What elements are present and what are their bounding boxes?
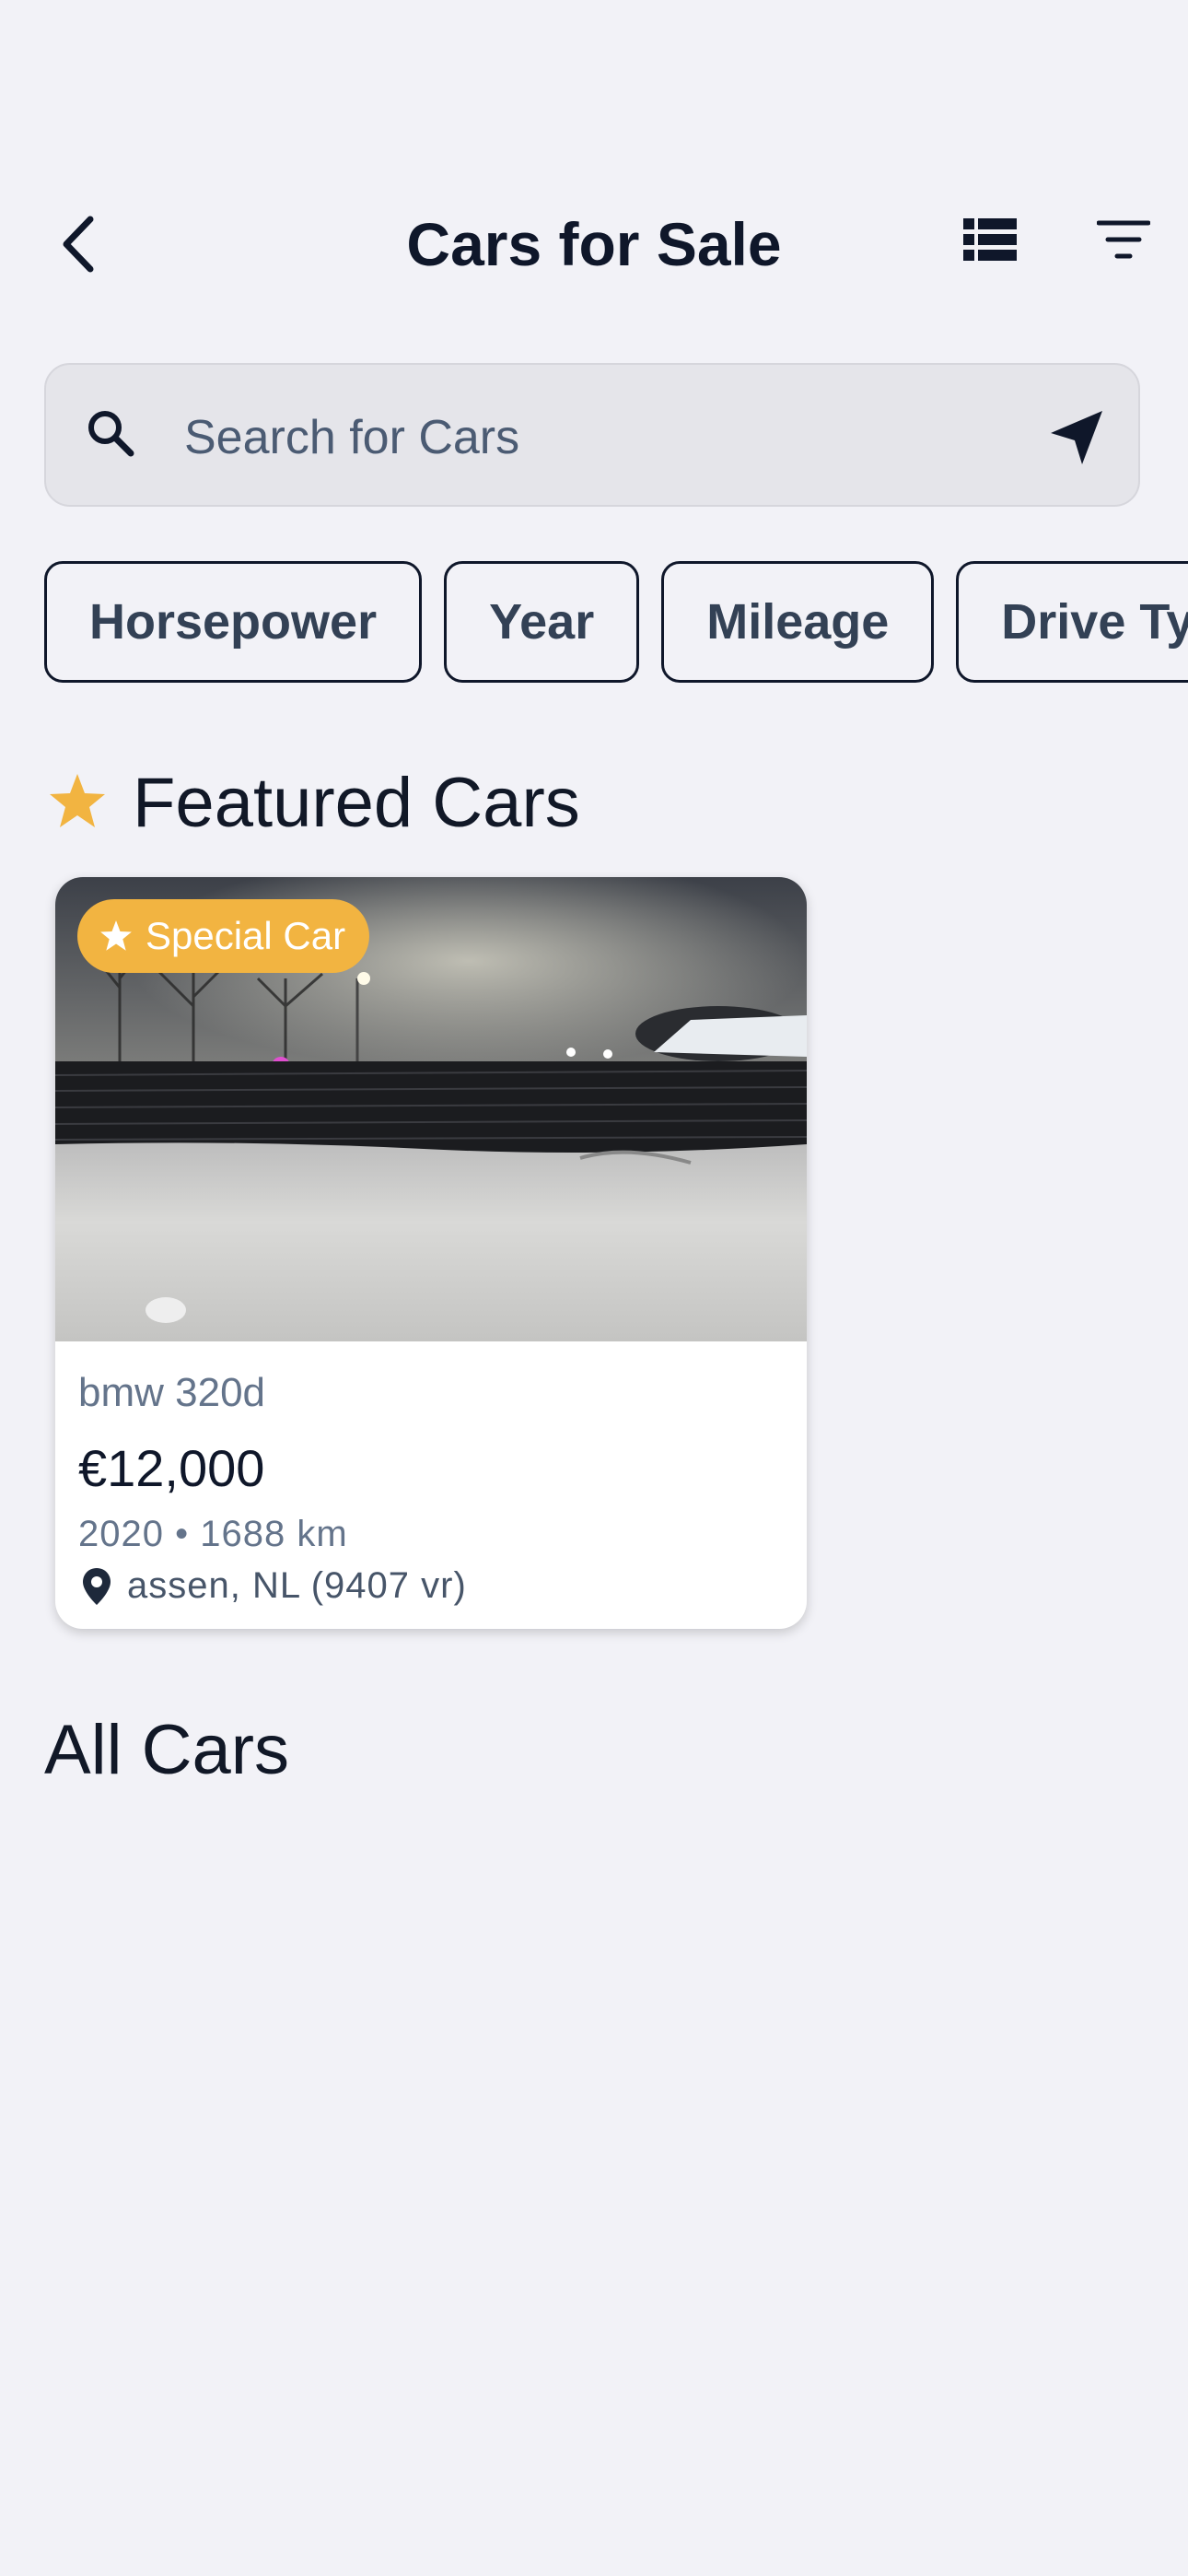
star-icon xyxy=(100,920,132,951)
filter-icon xyxy=(1097,220,1150,259)
filter-chip-year[interactable]: Year xyxy=(444,561,640,683)
all-cars-section-title: All Cars xyxy=(44,1711,290,1789)
star-icon xyxy=(50,774,105,827)
filter-chip-row: Horsepower Year Mileage Drive Type xyxy=(0,553,1188,691)
featured-car-card[interactable]: Special Car bmw 320d €12,000 2020 • 1688… xyxy=(55,877,807,1629)
search-icon xyxy=(88,411,134,457)
location-pin-icon xyxy=(83,1568,111,1605)
filter-button[interactable] xyxy=(1077,198,1170,281)
list-view-icon xyxy=(963,218,1017,261)
filter-chip-mileage[interactable]: Mileage xyxy=(661,561,935,683)
featured-section-title: Featured Cars xyxy=(133,764,580,842)
car-model: bmw 320d xyxy=(78,1370,266,1415)
filter-chip-drive-type[interactable]: Drive Type xyxy=(956,561,1188,683)
car-location: assen, NL (9407 vr) xyxy=(127,1565,467,1606)
location-arrow-icon[interactable] xyxy=(1045,405,1110,470)
special-car-badge: Special Car xyxy=(77,899,370,973)
filter-chip-horsepower[interactable]: Horsepower xyxy=(44,561,423,683)
search-input[interactable] xyxy=(184,387,1013,488)
car-price: €12,000 xyxy=(78,1439,265,1497)
badge-label: Special Car xyxy=(146,914,346,957)
list-view-button[interactable] xyxy=(949,198,1031,281)
car-year-mileage: 2020 • 1688 km xyxy=(78,1514,348,1554)
